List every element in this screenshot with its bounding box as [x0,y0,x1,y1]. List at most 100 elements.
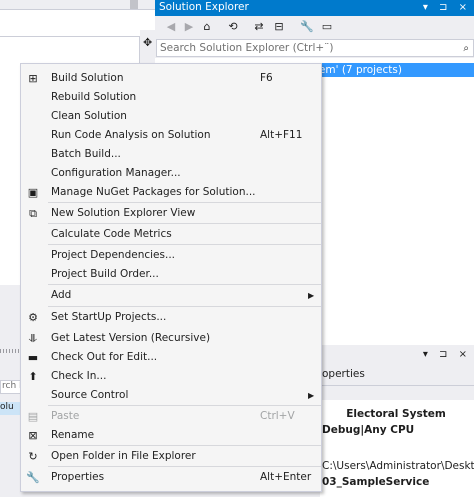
submenu-arrow-icon: ▶ [308,391,315,400]
menu-item-build-solution[interactable]: ⊞ Build Solution F6 [21,69,321,88]
pin-icon[interactable]: ✥ [143,36,152,49]
menu-item-get-latest-version-recursive[interactable]: ⥥ Get Latest Version (Recursive) [21,329,321,348]
menu-item-shortcut: Alt+F11 [260,129,303,141]
menu-item-label: Clean Solution [51,110,127,122]
properties-header: operties [320,362,474,386]
menu-item-icon-placeholder [25,128,41,143]
wrench-icon: 🔧 [26,471,40,484]
menu-item-label: Properties [51,471,105,483]
menu-item-source-control[interactable]: Source Control ▶ [21,386,321,405]
left-search-input[interactable]: rch E [0,380,22,394]
menu-item-rebuild-solution[interactable]: Rebuild Solution [21,88,321,107]
properties-icon[interactable]: 🔧 [299,20,315,34]
menu-item-label: New Solution Explorer View [51,207,196,219]
open-folder-icon: ↻ [28,450,38,463]
menu-item-label: Build Solution [51,72,124,84]
menu-item-label: Configuration Manager... [51,167,181,179]
menu-item-check-in[interactable]: ⬆ Check In... [21,367,321,386]
solution-explorer-toolbar: ◀ ▶ ⌂ ⟲ ⇄ ⊟ 🔧 ▭ [155,16,474,38]
check-out-icon: ▬ [27,351,39,364]
check-in-icon: ⬆ [28,370,38,383]
menu-item-icon-placeholder [25,227,41,242]
menu-item-open-folder-in-file-explorer[interactable]: ↻ Open Folder in File Explorer [21,447,321,466]
menu-item-label: Check Out for Edit... [51,351,158,363]
search-placeholder: Search Solution Explorer (Ctrl+¨) [160,42,334,54]
menu-separator [48,306,321,307]
solution-explorer-search-input[interactable]: Search Solution Explorer (Ctrl+¨) ⌕ [156,39,474,57]
menu-item-label: Open Folder in File Explorer [51,450,196,462]
rename-icon: ⊠ [28,429,38,442]
menu-item-configuration-manager[interactable]: Configuration Manager... [21,164,321,183]
menu-item-new-solution-explorer-view[interactable]: ⧉ New Solution Explorer View [21,204,321,223]
menu-item-icon-placeholder [25,248,41,263]
menu-item-label: Source Control [51,389,129,401]
properties-grid: Electoral System Debug|Any CPU C:\Users\… [320,400,474,497]
solution-explorer-title: Solution Explorer [159,1,249,13]
menu-item-project-dependencies[interactable]: Project Dependencies... [21,246,321,265]
menu-item-icon-placeholder [25,90,41,105]
back-icon[interactable]: ◀ [163,20,179,34]
new-view-icon: ⧉ [29,207,37,220]
submenu-arrow-icon: ▶ [308,291,315,300]
menu-item-batch-build[interactable]: Batch Build... [21,145,321,164]
menu-item-label: Batch Build... [51,148,121,160]
menu-separator [48,202,321,203]
home-icon[interactable]: ⌂ [199,20,215,34]
menu-item-properties[interactable]: 🔧 Properties Alt+Enter [21,468,321,487]
menu-item-clean-solution[interactable]: Clean Solution [21,107,321,126]
menu-item-label: Project Dependencies... [51,249,176,261]
menu-separator [48,223,321,224]
menu-separator [48,284,321,285]
left-selected-row[interactable]: olu [0,402,22,415]
menu-item-set-startup-projects[interactable]: ⚙ Set StartUp Projects... [21,308,321,327]
menu-item-icon-placeholder [25,147,41,162]
properties-window-controls-icon[interactable]: ▾ ⊐ × [423,349,471,360]
window-controls-icon[interactable]: ▾ ⊐ × [423,0,471,15]
menu-item-label: Check In... [51,370,107,382]
menu-item-add[interactable]: Add ▶ [21,286,321,305]
scrollbar-thumb[interactable] [130,0,138,9]
menu-item-label: Project Build Order... [51,268,159,280]
editor-tab-strip [0,9,155,37]
menu-item-check-out-for-edit[interactable]: ▬ Check Out for Edit... [21,348,321,367]
menu-separator [48,445,321,446]
solution-context-menu: ⊞ Build Solution F6 Rebuild Solution Clean S… [20,63,322,492]
nuget-icon: ▣ [27,186,39,199]
show-all-icon[interactable]: ▭ [319,20,335,34]
menu-item-label: Rename [51,429,95,441]
menu-item-icon-placeholder [25,166,41,181]
property-value[interactable]: C:\Users\Administrator\Desktop\ [322,458,474,474]
menu-item-shortcut: F6 [260,72,273,84]
menu-item-icon-placeholder [25,109,41,124]
menu-item-label: Get Latest Version (Recursive) [51,332,211,344]
property-value[interactable]: 03_SampleService [322,474,474,490]
menu-item-calculate-code-metrics[interactable]: Calculate Code Metrics [21,225,321,244]
gear-icon: ⚙ [28,311,38,324]
property-value[interactable]: Debug|Any CPU [322,422,474,438]
menu-item-paste[interactable]: ▤ Paste Ctrl+V [21,407,321,426]
sync-icon[interactable]: ⇄ [251,20,267,34]
menu-item-project-build-order[interactable]: Project Build Order... [21,265,321,284]
menu-item-label: Set StartUp Projects... [51,311,167,323]
search-icon[interactable]: ⌕ [463,41,469,57]
panel-divider[interactable] [0,349,22,353]
forward-icon[interactable]: ▶ [181,20,197,34]
menu-item-shortcut: Alt+Enter [260,471,312,483]
menu-item-label: Calculate Code Metrics [51,228,172,240]
menu-item-shortcut: Ctrl+V [260,410,295,422]
property-value[interactable]: Electoral System [320,406,472,422]
menu-item-label: Manage NuGet Packages for Solution... [51,186,256,198]
menu-item-rename[interactable]: ⊠ Rename [21,426,321,445]
collapse-icon[interactable]: ⊟ [271,20,287,34]
get-latest-icon: ⥥ [29,332,37,345]
editor-side-strip: ✥ [140,30,156,60]
menu-item-manage-nuget-packages-for-solution[interactable]: ▣ Manage NuGet Packages for Solution... [21,183,321,202]
menu-item-icon-placeholder [25,267,41,282]
menu-item-label: Paste [51,410,80,422]
menu-item-icon-placeholder [25,388,41,403]
menu-item-icon-placeholder [25,288,41,303]
menu-item-run-code-analysis-on-solution[interactable]: Run Code Analysis on Solution Alt+F11 [21,126,321,145]
history-icon[interactable]: ⟲ [225,20,241,34]
menu-item-label: Add [51,289,72,301]
lower-left-pane: rch E olu [0,285,22,497]
